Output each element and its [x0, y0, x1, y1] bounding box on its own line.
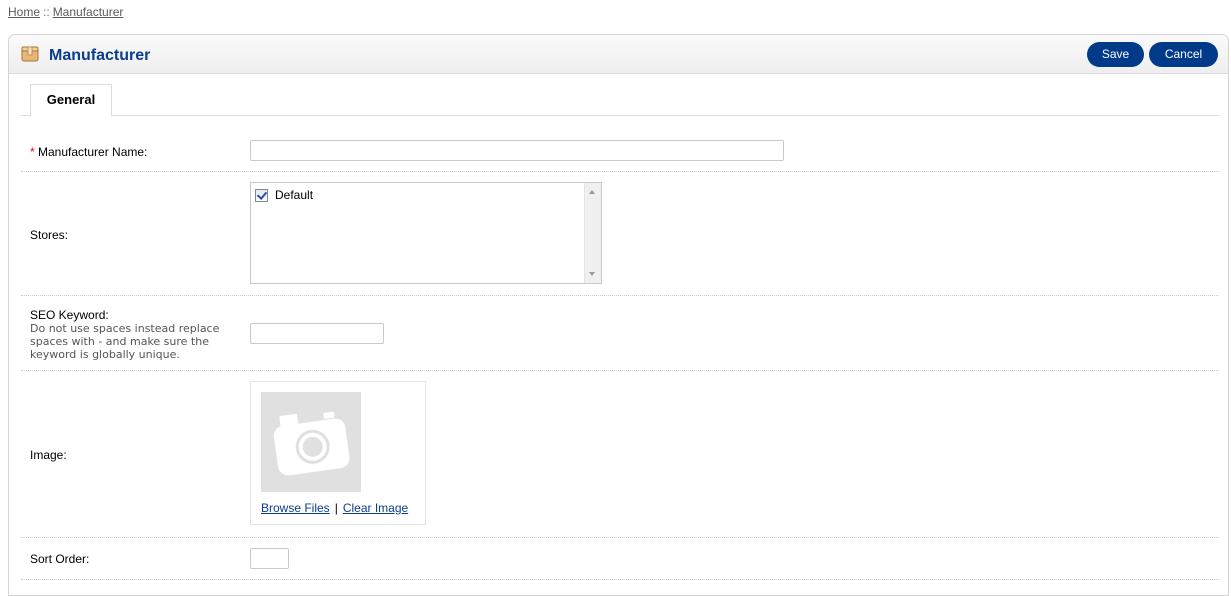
scroll-down-arrow-icon[interactable]	[589, 272, 595, 276]
image-field: Browse Files | Clear Image	[250, 381, 426, 525]
manufacturer-name-row: * Manufacturer Name:	[21, 116, 1219, 172]
page-title: Manufacturer	[49, 47, 151, 64]
breadcrumb: Home:: Manufacturer	[8, 5, 123, 19]
stores-scrollbar[interactable]	[584, 183, 601, 283]
stores-label: Stores:	[30, 228, 69, 242]
toolbar: Save Cancel	[1087, 42, 1218, 67]
store-default-label: Default	[275, 188, 314, 202]
tab-general[interactable]: General	[30, 84, 112, 117]
image-thumbnail[interactable]	[261, 392, 361, 492]
manufacturer-panel: Manufacturer Save Cancel General * Manuf…	[8, 34, 1229, 596]
manufacturer-name-label-text: Manufacturer Name:	[38, 145, 148, 159]
seo-keyword-label-block: SEO Keyword: Do not use spaces instead r…	[30, 308, 230, 361]
breadcrumb-manufacturer-link[interactable]: Manufacturer	[53, 5, 124, 19]
stores-row: Stores: Default	[21, 172, 1219, 296]
scroll-up-arrow-icon[interactable]	[589, 190, 595, 194]
store-default-checkbox[interactable]	[255, 188, 268, 202]
link-separator: |	[334, 501, 338, 515]
panel-heading: Manufacturer Save Cancel	[9, 35, 1228, 74]
stores-list[interactable]: Default	[250, 182, 602, 284]
image-row: Image: Browse Files | Clear Image	[21, 371, 1219, 538]
package-box-icon	[21, 46, 39, 62]
sort-order-row: Sort Order:	[21, 538, 1219, 580]
tab-bar: General	[21, 83, 1219, 117]
breadcrumb-separator: ::	[43, 5, 50, 19]
sort-order-label: Sort Order:	[30, 552, 90, 566]
clear-image-link[interactable]: Clear Image	[343, 501, 408, 515]
store-option-default[interactable]: Default	[255, 188, 313, 202]
browse-files-link[interactable]: Browse Files	[261, 501, 330, 515]
save-button[interactable]: Save	[1087, 42, 1144, 67]
seo-keyword-help: Do not use spaces instead replace spaces…	[30, 322, 220, 361]
breadcrumb-home-link[interactable]: Home	[8, 5, 40, 19]
required-mark: *	[30, 145, 35, 159]
seo-keyword-label: SEO Keyword:	[30, 308, 109, 322]
manufacturer-name-label: * Manufacturer Name:	[30, 145, 147, 159]
cancel-button[interactable]: Cancel	[1149, 42, 1218, 67]
manufacturer-name-input[interactable]	[250, 140, 784, 161]
seo-keyword-input[interactable]	[250, 323, 384, 344]
camera-icon	[273, 411, 350, 476]
sort-order-input[interactable]	[250, 548, 289, 569]
image-label: Image:	[30, 448, 67, 462]
seo-keyword-row: SEO Keyword: Do not use spaces instead r…	[21, 296, 1219, 371]
image-links: Browse Files | Clear Image	[261, 501, 408, 515]
manufacturer-form: * Manufacturer Name: Stores: Default SEO…	[21, 116, 1219, 580]
